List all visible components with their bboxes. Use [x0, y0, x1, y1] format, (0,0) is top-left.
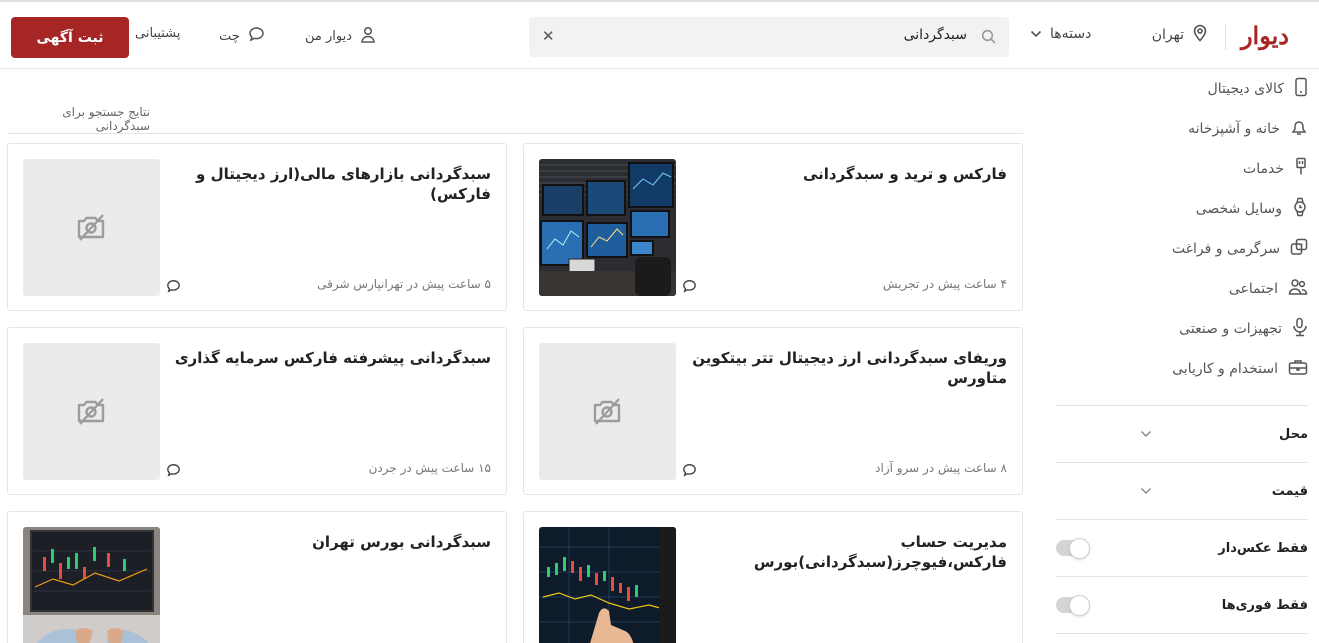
- listing-title: سبدگردانی پیشرفته فارکس سرمایه گذاری: [174, 349, 491, 367]
- support-label: پشتیبانی: [135, 26, 181, 41]
- photo-only-label: فقط عکس‌دار: [1218, 540, 1308, 556]
- chevron-down-icon: [1056, 430, 1156, 438]
- location-pin-icon: [1192, 24, 1208, 46]
- listing-title: سبدگردانی بورس تهران: [312, 533, 491, 551]
- listing-image-placeholder: [23, 159, 160, 296]
- chat-bubble-icon: [166, 278, 181, 297]
- chat-bubble-icon: [248, 26, 265, 46]
- listing-image: [539, 159, 676, 296]
- results-label: نتایج جستجو برای سبدگردانی: [62, 105, 150, 133]
- listing-card[interactable]: فارکس و ترید و سبدگردانی ۴ ساعت پیش در ت…: [523, 143, 1023, 311]
- sidebar-category[interactable]: تجهیزات و صنعتی: [1056, 309, 1308, 349]
- support-link[interactable]: پشتیبانی: [135, 26, 180, 41]
- urgent-only-label: فقط فوری‌ها: [1221, 597, 1308, 613]
- brush-icon: [1294, 157, 1308, 181]
- no-image-icon: [591, 395, 623, 431]
- sidebar-category[interactable]: خانه و آشپزخانه: [1056, 109, 1308, 149]
- listing-card[interactable]: سبدگردانی پیشرفته فارکس سرمایه گذاری ۱۵ …: [7, 327, 507, 495]
- listing-meta: ۱۵ ساعت پیش در جردن: [368, 461, 491, 475]
- category-label: استخدام و کاریابی: [1172, 361, 1278, 377]
- category-label: خدمات: [1243, 161, 1284, 177]
- category-label: وسایل شخصی: [1195, 201, 1282, 217]
- chat-bubble-icon: [166, 462, 181, 481]
- listing-meta: ۸ ساعت پیش در سرو آزاد: [875, 461, 1007, 475]
- sidebar-category[interactable]: خدمات: [1056, 149, 1308, 189]
- my-divar-label: دیوار من: [305, 29, 353, 44]
- categories-label: دسته‌ها: [1050, 26, 1092, 42]
- listing-card[interactable]: وریفای سبدگردانی ارز دیجیتال تتر بیتکوین…: [523, 327, 1023, 495]
- listing-image: [23, 527, 160, 643]
- chat-link[interactable]: چت: [219, 26, 265, 46]
- chevron-down-icon: [1030, 26, 1042, 42]
- urgent-only-filter: فقط فوری‌ها: [1056, 577, 1308, 633]
- sidebar-category[interactable]: کالای دیجیتال: [1056, 69, 1308, 109]
- category-label: سرگرمی و فراغت: [1171, 241, 1280, 257]
- listing-card[interactable]: سبدگردانی بورس تهران: [7, 511, 507, 643]
- category-label: تجهیزات و صنعتی: [1179, 321, 1282, 337]
- chat-bubble-icon: [682, 462, 697, 481]
- listing-title: سبدگردانی بازارهای مالی(ارز دیجیتال و فا…: [196, 165, 491, 203]
- search-input[interactable]: سبدگردانی ✕: [529, 17, 1009, 57]
- briefcase-icon: [1288, 358, 1308, 380]
- price-filter-label: قیمت: [1271, 483, 1308, 499]
- sidebar-category[interactable]: سرگرمی و فراغت: [1056, 229, 1308, 269]
- category-label: اجتماعی: [1228, 281, 1278, 297]
- listing-meta: ۴ ساعت پیش در تجریش: [882, 277, 1007, 291]
- sidebar-category[interactable]: وسایل شخصی: [1056, 189, 1308, 229]
- listing-card[interactable]: مدیریت حساب فارکس،فیوچرز(سبدگردانی)بورس: [523, 511, 1023, 643]
- chat-label: چت: [219, 28, 240, 44]
- people-icon: [1288, 278, 1308, 300]
- header-divider: [1225, 24, 1226, 50]
- listing-image: [539, 527, 676, 643]
- sidebar-divider: [1056, 633, 1308, 634]
- my-divar-link[interactable]: دیوار من: [305, 26, 376, 47]
- location-filter[interactable]: محل: [1056, 406, 1308, 462]
- sidebar-category[interactable]: اجتماعی: [1056, 269, 1308, 309]
- listing-title: مدیریت حساب فارکس،فیوچرز(سبدگردانی)بورس: [753, 533, 1007, 571]
- listing-meta: ۵ ساعت پیش در تهرانپارس شرقی: [317, 277, 491, 291]
- chevron-down-icon: [1056, 487, 1156, 495]
- city-selector[interactable]: تهران: [1152, 24, 1208, 46]
- listing-image-placeholder: [539, 343, 676, 480]
- sidebar: کالای دیجیتال خانه و آشپزخانه خدمات وسای…: [1056, 69, 1308, 634]
- lamp-icon: [1290, 118, 1308, 140]
- city-label: تهران: [1151, 27, 1184, 43]
- games-icon: [1290, 238, 1308, 260]
- mobile-icon: [1294, 77, 1308, 101]
- chat-bubble-icon: [682, 278, 697, 297]
- no-image-icon: [75, 395, 107, 431]
- results-divider: [7, 133, 1023, 134]
- clear-search-icon[interactable]: ✕: [542, 27, 555, 45]
- listing-title: فارکس و ترید و سبدگردانی: [802, 165, 1007, 183]
- divar-logo[interactable]: دیوار: [1241, 21, 1290, 50]
- category-label: خانه و آشپزخانه: [1188, 121, 1280, 137]
- location-filter-label: محل: [1278, 426, 1308, 442]
- user-icon: [360, 26, 376, 47]
- listing-image-placeholder: [23, 343, 160, 480]
- urgent-only-toggle[interactable]: [1056, 595, 1090, 616]
- watch-icon: [1292, 197, 1308, 221]
- microscope-icon: [1292, 317, 1308, 341]
- post-ad-button[interactable]: ثبت آگهی: [11, 17, 129, 58]
- photo-only-filter: فقط عکس‌دار: [1056, 520, 1308, 576]
- category-label: کالای دیجیتال: [1207, 81, 1284, 97]
- no-image-icon: [75, 211, 107, 247]
- listing-title: وریفای سبدگردانی ارز دیجیتال تتر بیتکوین…: [692, 349, 1007, 387]
- photo-only-toggle[interactable]: [1056, 538, 1090, 559]
- categories-dropdown[interactable]: دسته‌ها: [1030, 26, 1091, 42]
- sidebar-category[interactable]: استخدام و کاریابی: [1056, 349, 1308, 389]
- search-icon: [981, 29, 997, 49]
- price-filter[interactable]: قیمت: [1056, 463, 1308, 519]
- listing-card[interactable]: سبدگردانی بازارهای مالی(ارز دیجیتال و فا…: [7, 143, 507, 311]
- top-header: دیوار تهران دسته‌ها سبدگردانی ✕ دیوار من…: [0, 0, 1319, 69]
- search-value[interactable]: سبدگردانی: [904, 27, 967, 43]
